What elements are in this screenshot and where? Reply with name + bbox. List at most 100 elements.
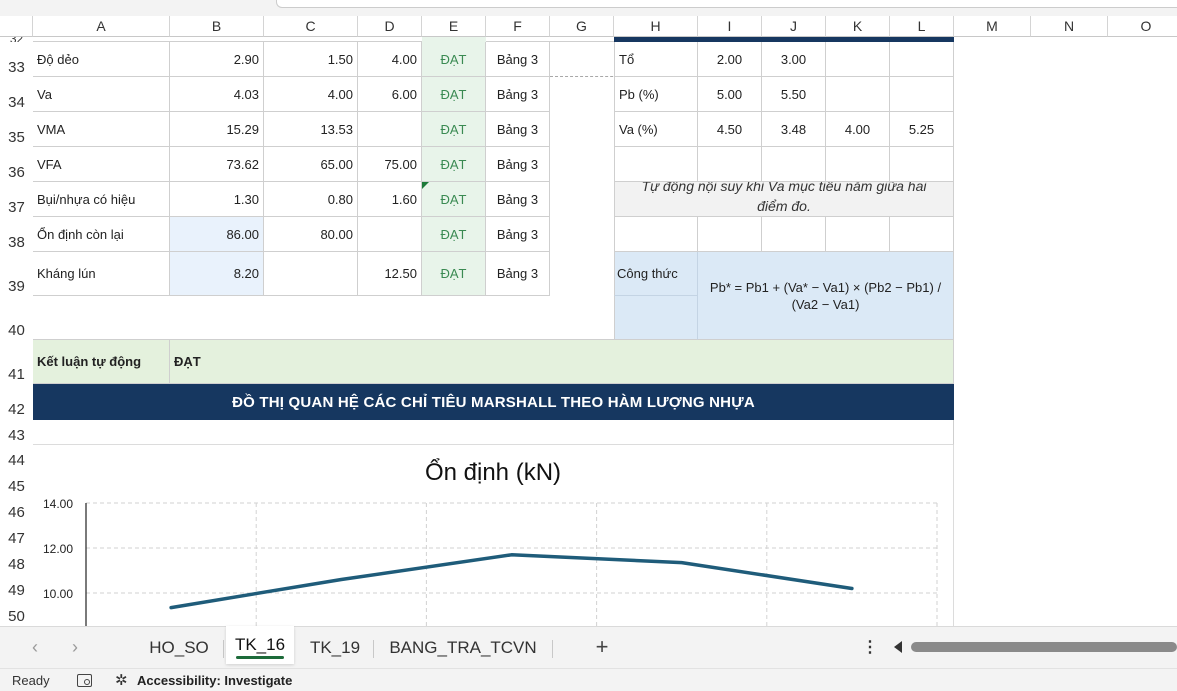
param-value[interactable]: 3.00: [762, 42, 826, 77]
column-header-f[interactable]: F: [486, 16, 550, 37]
empty-cell[interactable]: [890, 147, 954, 182]
empty-cell[interactable]: [762, 217, 826, 252]
criteria-label[interactable]: Kháng lún: [33, 252, 170, 296]
min-value[interactable]: 1.50: [264, 42, 358, 77]
measured-value[interactable]: 73.62: [170, 147, 264, 182]
conclusion-value[interactable]: ĐẠT: [170, 340, 954, 384]
max-value[interactable]: [358, 112, 422, 147]
column-header-h[interactable]: H: [614, 16, 698, 37]
column-header-j[interactable]: J: [762, 16, 826, 37]
column-header-o[interactable]: O: [1108, 16, 1177, 37]
param-value[interactable]: 4.50: [698, 112, 762, 147]
column-header-e[interactable]: E: [422, 16, 486, 37]
tab-tk-19[interactable]: TK_19: [298, 630, 372, 666]
row-header[interactable]: 49: [0, 574, 33, 600]
param-label[interactable]: Va (%): [614, 112, 698, 147]
status-badge[interactable]: ĐẠT: [422, 182, 486, 217]
column-header-b[interactable]: B: [170, 16, 264, 37]
tab-ho-so[interactable]: HO_SO: [135, 630, 223, 666]
param-value[interactable]: 5.00: [698, 77, 762, 112]
param-value[interactable]: 3.48: [762, 112, 826, 147]
formula-text[interactable]: Pb* = Pb1 + (Va* − Va1) × (Pb2 − Pb1) / …: [698, 252, 954, 340]
column-header-c[interactable]: C: [264, 16, 358, 37]
row-header[interactable]: 38: [0, 217, 33, 252]
section-title[interactable]: ĐỒ THỊ QUAN HỆ CÁC CHỈ TIÊU MARSHALL THE…: [33, 384, 954, 420]
param-value[interactable]: 5.50: [762, 77, 826, 112]
more-options-icon[interactable]: ⋮: [862, 634, 878, 662]
row-header[interactable]: 37: [0, 182, 33, 217]
min-value[interactable]: 0.80: [264, 182, 358, 217]
param-label[interactable]: Pb (%): [614, 77, 698, 112]
row-header[interactable]: 44: [0, 445, 33, 470]
empty-cell[interactable]: [890, 217, 954, 252]
formula-label[interactable]: Công thức: [614, 252, 698, 296]
criteria-label[interactable]: VMA: [33, 112, 170, 147]
status-badge[interactable]: ĐẠT: [422, 112, 486, 147]
status-badge[interactable]: ĐẠT: [422, 77, 486, 112]
row-header[interactable]: 36: [0, 147, 33, 182]
column-header-l[interactable]: L: [890, 16, 954, 37]
measured-value[interactable]: 4.03: [170, 77, 264, 112]
row-header[interactable]: 45: [0, 470, 33, 496]
min-value[interactable]: 65.00: [264, 147, 358, 182]
criteria-label[interactable]: Độ dẻo: [33, 42, 170, 77]
status-badge[interactable]: ĐẠT: [422, 147, 486, 182]
empty-cell[interactable]: [614, 217, 698, 252]
max-value[interactable]: 12.50: [358, 252, 422, 296]
column-header-m[interactable]: M: [954, 16, 1031, 37]
empty-cell[interactable]: [614, 147, 698, 182]
reference-cell[interactable]: Bảng 3: [486, 182, 550, 217]
criteria-label[interactable]: Bụi/nhựa có hiệu: [33, 182, 170, 217]
reference-cell[interactable]: Bảng 3: [486, 112, 550, 147]
empty-cell[interactable]: [762, 147, 826, 182]
max-value[interactable]: 6.00: [358, 77, 422, 112]
add-sheet-button[interactable]: +: [590, 632, 614, 662]
row-header[interactable]: 46: [0, 496, 33, 522]
accessibility-status[interactable]: Accessibility: Investigate: [137, 673, 292, 688]
column-header-d[interactable]: D: [358, 16, 422, 37]
select-all-corner[interactable]: [0, 16, 33, 37]
empty-cell[interactable]: [698, 147, 762, 182]
criteria-label[interactable]: VFA: [33, 147, 170, 182]
min-value[interactable]: 80.00: [264, 217, 358, 252]
min-value[interactable]: [264, 252, 358, 296]
macro-record-icon[interactable]: [77, 674, 92, 687]
row-header[interactable]: 47: [0, 522, 33, 548]
measured-value[interactable]: 15.29: [170, 112, 264, 147]
column-header-a[interactable]: A: [33, 16, 170, 37]
row-header[interactable]: 34: [0, 77, 33, 112]
status-badge[interactable]: ĐẠT: [422, 252, 486, 296]
next-sheet-icon[interactable]: ›: [62, 634, 88, 660]
reference-cell[interactable]: Bảng 3: [486, 77, 550, 112]
measured-value[interactable]: 8.20: [170, 252, 264, 296]
row-header[interactable]: 43: [0, 420, 33, 445]
criteria-label[interactable]: Va: [33, 77, 170, 112]
reference-cell[interactable]: Bảng 3: [486, 147, 550, 182]
max-value[interactable]: 75.00: [358, 147, 422, 182]
row-header[interactable]: 35: [0, 112, 33, 147]
horizontal-scrollbar[interactable]: [911, 642, 1177, 652]
formula-label-cont[interactable]: [614, 296, 698, 340]
tab-bang-tra-tcvn[interactable]: BANG_TRA_TCVN: [376, 630, 550, 666]
measured-value[interactable]: 86.00: [170, 217, 264, 252]
accessibility-icon[interactable]: ✲: [115, 672, 133, 689]
param-value[interactable]: 4.00: [826, 112, 890, 147]
empty-cell[interactable]: [826, 217, 890, 252]
chart-area[interactable]: Ổn định (kN) 14.00 12.00 10.00: [33, 445, 954, 630]
column-header-k[interactable]: K: [826, 16, 890, 37]
param-label[interactable]: Tổ: [614, 42, 698, 77]
param-value[interactable]: 5.25: [890, 112, 954, 147]
min-value[interactable]: 13.53: [264, 112, 358, 147]
param-value[interactable]: [826, 77, 890, 112]
reference-cell[interactable]: Bảng 3: [486, 252, 550, 296]
criteria-label[interactable]: Ổn định còn lại: [33, 217, 170, 252]
row-header[interactable]: 41: [0, 340, 33, 384]
max-value[interactable]: 4.00: [358, 42, 422, 77]
row-header[interactable]: 48: [0, 548, 33, 574]
min-value[interactable]: 4.00: [264, 77, 358, 112]
column-header-g[interactable]: G: [550, 16, 614, 37]
prev-sheet-icon[interactable]: ‹: [22, 634, 48, 660]
param-value[interactable]: [890, 77, 954, 112]
row-header[interactable]: 39: [0, 252, 33, 296]
max-value[interactable]: [358, 217, 422, 252]
